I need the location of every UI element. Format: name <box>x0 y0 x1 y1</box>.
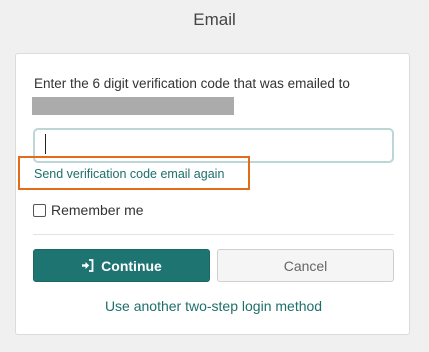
page-title: Email <box>193 10 236 29</box>
remember-me-label: Remember me <box>51 202 144 218</box>
redacted-email-address <box>32 97 234 115</box>
text-caret <box>45 134 46 154</box>
login-card: Enter the 6 digit verification code that… <box>15 53 410 335</box>
remember-me-checkbox[interactable] <box>33 203 46 217</box>
resend-code-link[interactable]: Send verification code email again <box>34 167 224 181</box>
divider <box>33 234 394 235</box>
remember-me-row[interactable]: Remember me <box>33 202 144 218</box>
cancel-button[interactable]: Cancel <box>217 249 394 282</box>
continue-button[interactable]: Continue <box>33 249 210 282</box>
verification-instruction: Enter the 6 digit verification code that… <box>34 76 350 91</box>
alternate-login-method-link[interactable]: Use another two-step login method <box>16 298 411 314</box>
sign-in-arrow-icon <box>81 259 94 272</box>
continue-label: Continue <box>101 257 162 274</box>
